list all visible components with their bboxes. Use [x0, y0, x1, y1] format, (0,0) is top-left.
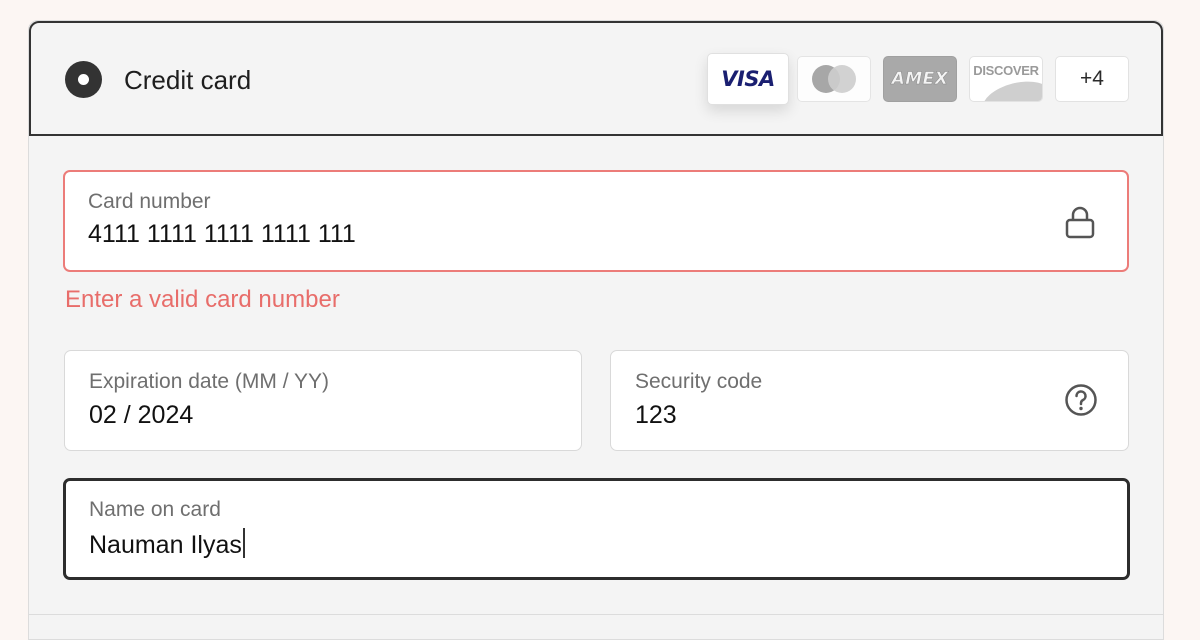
- name-on-card-label: Name on card: [89, 498, 221, 521]
- mastercard-logo-icon: [797, 56, 871, 102]
- card-number-label: Card number: [88, 190, 211, 213]
- expiration-date-input[interactable]: 02 / 2024: [89, 401, 193, 430]
- credit-card-label: Credit card: [124, 65, 252, 95]
- card-number-error: Enter a valid card number: [65, 286, 340, 313]
- discover-logo-text: DISCOVER: [973, 63, 1039, 78]
- expiration-date-field[interactable]: Expiration date (MM / YY) 02 / 2024: [64, 350, 582, 451]
- expiration-date-label: Expiration date (MM / YY): [89, 370, 330, 393]
- bottom-divider: [29, 614, 1163, 615]
- visa-logo-icon: VISA: [707, 53, 789, 105]
- discover-logo-icon: DISCOVER: [969, 56, 1043, 102]
- lock-icon: [1065, 206, 1095, 239]
- security-code-field[interactable]: Security code 123: [610, 350, 1129, 451]
- help-icon[interactable]: [1064, 383, 1098, 417]
- text-caret: [242, 528, 245, 558]
- amex-logo-icon: AMEX: [883, 56, 957, 102]
- name-on-card-field[interactable]: Name on card Nauman Ilyas: [63, 478, 1130, 580]
- name-on-card-input[interactable]: Nauman Ilyas: [89, 528, 245, 560]
- amex-logo-text: AMEX: [891, 69, 949, 90]
- security-code-input[interactable]: 123: [635, 401, 677, 430]
- credit-card-option-header[interactable]: Credit card VISA AMEX DISCOVER +4: [29, 21, 1163, 136]
- name-on-card-value: Nauman Ilyas: [89, 531, 242, 559]
- visa-logo-text: VISA: [721, 67, 775, 91]
- payment-panel: Credit card VISA AMEX DISCOVER +4 Card n…: [28, 20, 1164, 640]
- card-number-field[interactable]: Card number 4111 1111 1111 1111 111: [63, 170, 1129, 272]
- security-code-label: Security code: [635, 370, 763, 393]
- card-number-input[interactable]: 4111 1111 1111 1111 111: [88, 220, 356, 249]
- credit-card-radio[interactable]: [65, 61, 102, 98]
- more-brands-badge[interactable]: +4: [1055, 56, 1129, 102]
